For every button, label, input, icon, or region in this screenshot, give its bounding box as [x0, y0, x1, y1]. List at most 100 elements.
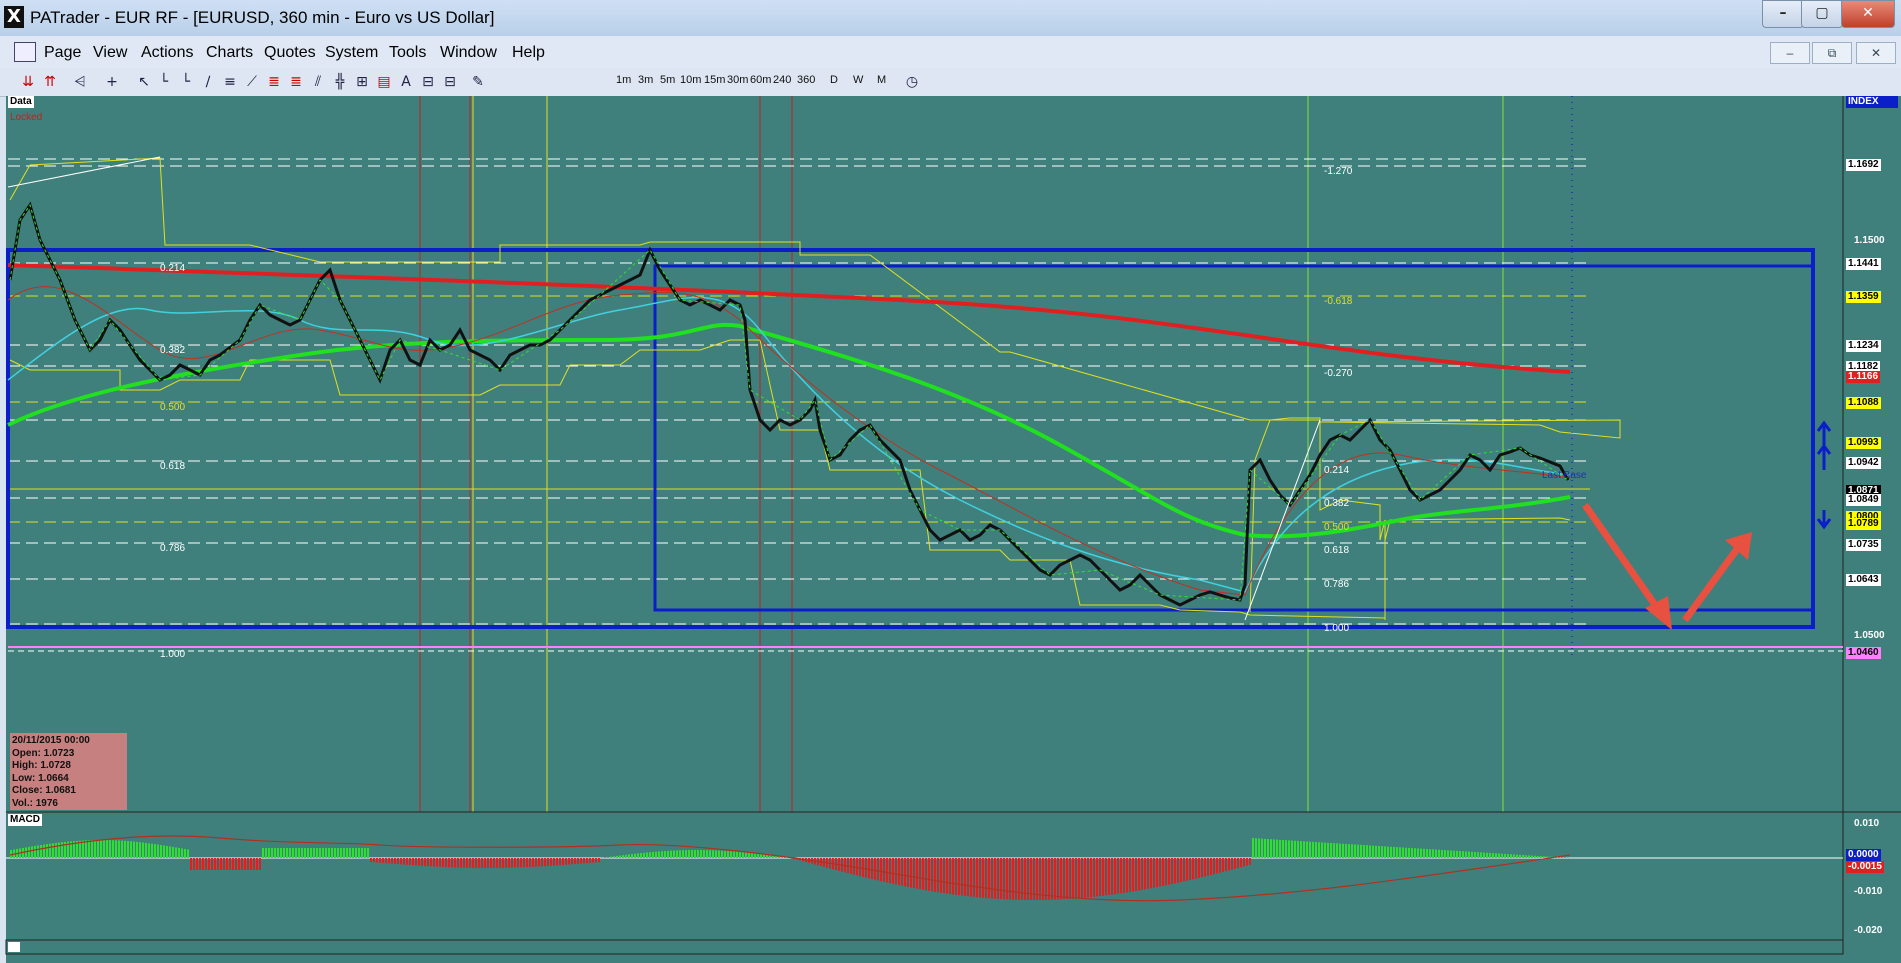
macd-label: MACD: [8, 814, 42, 826]
price-tick: 1.1441: [1846, 258, 1881, 270]
price-tick: 1.0849: [1846, 494, 1881, 506]
price-tick: 1.0789: [1846, 518, 1881, 530]
locked-label: Locked: [10, 112, 43, 123]
menu-actions[interactable]: Actions: [141, 44, 193, 62]
price-tick: 1.0500: [1854, 630, 1885, 641]
macd-tick: -0.020: [1854, 925, 1883, 936]
arrow-icon[interactable]: ↖: [136, 74, 152, 90]
close-button[interactable]: ✕: [1841, 0, 1895, 28]
tf-360[interactable]: 360: [797, 74, 815, 86]
fib-right-label: 1.000: [1324, 623, 1350, 634]
text-icon[interactable]: A: [398, 74, 414, 90]
data-label: Data: [8, 96, 34, 108]
toolbar: ⇊ ⇈ ⩤ + ↖ └ └ ∕ ≡ ⟋ ≣ ≣ ⫽ ╬ ⊞ ▤ A ⊟ ⊟ ✎ …: [0, 68, 1901, 97]
macd-tick: -0.0015: [1846, 861, 1884, 873]
minimize-button[interactable]: –: [1762, 0, 1804, 28]
fib-left-label: 0.382: [160, 345, 186, 356]
clock-icon[interactable]: ◷: [904, 74, 920, 90]
tf-10m[interactable]: 10m: [680, 74, 701, 86]
window-title: PATrader - EUR RF - [EURUSD, 360 min - E…: [30, 8, 495, 27]
menu-tools[interactable]: Tools: [389, 44, 426, 62]
period-m[interactable]: M: [877, 74, 886, 86]
fib-left-label: 0.500: [160, 402, 186, 413]
mdi-close-button[interactable]: ✕: [1856, 42, 1896, 64]
box-icon[interactable]: ▤: [376, 74, 392, 90]
trend-line-icon[interactable]: ∕: [200, 74, 216, 90]
price-tick: 1.1088: [1846, 397, 1881, 409]
ohlc-high: High: 1.0728: [12, 760, 71, 771]
base-label: Last Base: [1542, 470, 1587, 481]
ohlc-close: Close: 1.0681: [12, 785, 76, 796]
pen-icon[interactable]: ✎: [470, 74, 486, 90]
chart-icon[interactable]: ⩤: [72, 74, 88, 90]
fib-right-label: -0.618: [1324, 296, 1353, 307]
price-tick: 1.0460: [1846, 647, 1881, 659]
fib-right-label: 0.500: [1324, 522, 1350, 533]
chart-area[interactable]: [6, 96, 1901, 963]
price-tick: 1.1500: [1854, 235, 1885, 246]
fib-right-label: 0.618: [1324, 545, 1350, 556]
menu-view[interactable]: View: [93, 44, 127, 62]
menu-help[interactable]: Help: [512, 44, 545, 62]
price-tick: 1.0735: [1846, 539, 1881, 551]
levels-icon-2[interactable]: ⊟: [442, 74, 458, 90]
fib-fan-icon[interactable]: ⟋: [244, 74, 260, 90]
tf-15m[interactable]: 15m: [704, 74, 725, 86]
menu-system[interactable]: System: [325, 44, 378, 62]
ohlc-tooltip: 20/11/2015 00:00 Open: 1.0723 High: 1.07…: [10, 733, 127, 810]
chart-window-icon[interactable]: [14, 42, 36, 62]
ohlc-open: Open: 1.0723: [12, 747, 75, 759]
price-tick: 1.1692: [1846, 159, 1881, 171]
fib-left-label: 0.214: [160, 263, 186, 274]
channel-icon[interactable]: ⫽: [310, 74, 326, 90]
macd-tick: 0.0000: [1846, 849, 1881, 861]
title-bar: X PATrader - EUR RF - [EURUSD, 360 min -…: [0, 0, 1901, 36]
price-tick: 1.1359: [1846, 291, 1881, 303]
tf-3m[interactable]: 3m: [638, 74, 653, 86]
tf-30m[interactable]: 30m: [727, 74, 748, 86]
mdi-minimize-button[interactable]: –: [1770, 42, 1810, 64]
menu-page[interactable]: Page: [44, 44, 81, 62]
crosshair-icon[interactable]: +: [104, 74, 120, 90]
menu-bar: Page View Actions Charts Quotes System T…: [0, 36, 1901, 68]
fib-extend-icon[interactable]: ≣: [288, 74, 304, 90]
fib-retrace-icon[interactable]: ≣: [266, 74, 282, 90]
price-tick: 1.0942: [1846, 457, 1881, 469]
zoom-in-icon[interactable]: ⇈: [42, 74, 58, 90]
cycle-icon[interactable]: ⊞: [354, 74, 370, 90]
tf-1m[interactable]: 1m: [616, 74, 631, 86]
price-tick: 1.1234: [1846, 340, 1881, 352]
price-tick: 1.0643: [1846, 574, 1881, 586]
fib-right-label: 0.786: [1324, 579, 1350, 590]
menu-charts[interactable]: Charts: [206, 44, 253, 62]
macd-tick: -0.010: [1854, 886, 1883, 897]
fib-right-label: 0.382: [1324, 498, 1350, 509]
fib-right-label: -1.270: [1324, 166, 1353, 177]
ohlc-vol: Vol.: 1976: [12, 797, 58, 809]
menu-window[interactable]: Window: [440, 44, 497, 62]
mdi-restore-button[interactable]: ⧉: [1812, 42, 1852, 64]
ohlc-low: Low: 1.0664: [12, 772, 69, 784]
menu-quotes[interactable]: Quotes: [264, 44, 316, 62]
zoom-out-icon[interactable]: ⇊: [20, 74, 36, 90]
macd-tick: 0.010: [1854, 818, 1880, 829]
fib-left-label: 0.786: [160, 543, 186, 554]
period-w[interactable]: W: [853, 74, 863, 86]
index-label: INDEX: [1846, 96, 1898, 108]
maximize-button[interactable]: ▢: [1801, 0, 1843, 28]
app-logo-icon: X: [4, 6, 24, 28]
fib-icon[interactable]: ≡: [222, 74, 238, 90]
line-icon[interactable]: └: [156, 74, 172, 90]
tf-240[interactable]: 240: [773, 74, 791, 86]
ohlc-date: 20/11/2015 00:00: [12, 735, 90, 746]
fib-right-label: -0.270: [1324, 368, 1353, 379]
gann-icon[interactable]: ╬: [332, 74, 348, 90]
fib-right-label: 0.214: [1324, 465, 1350, 476]
tf-60m[interactable]: 60m: [750, 74, 771, 86]
levels-icon[interactable]: ⊟: [420, 74, 436, 90]
tf-5m[interactable]: 5m: [660, 74, 675, 86]
fib-left-label: 1.000: [160, 649, 186, 660]
period-d[interactable]: D: [830, 74, 838, 86]
price-tick: 1.0993: [1846, 437, 1881, 449]
line-icon-2[interactable]: └: [178, 74, 194, 90]
